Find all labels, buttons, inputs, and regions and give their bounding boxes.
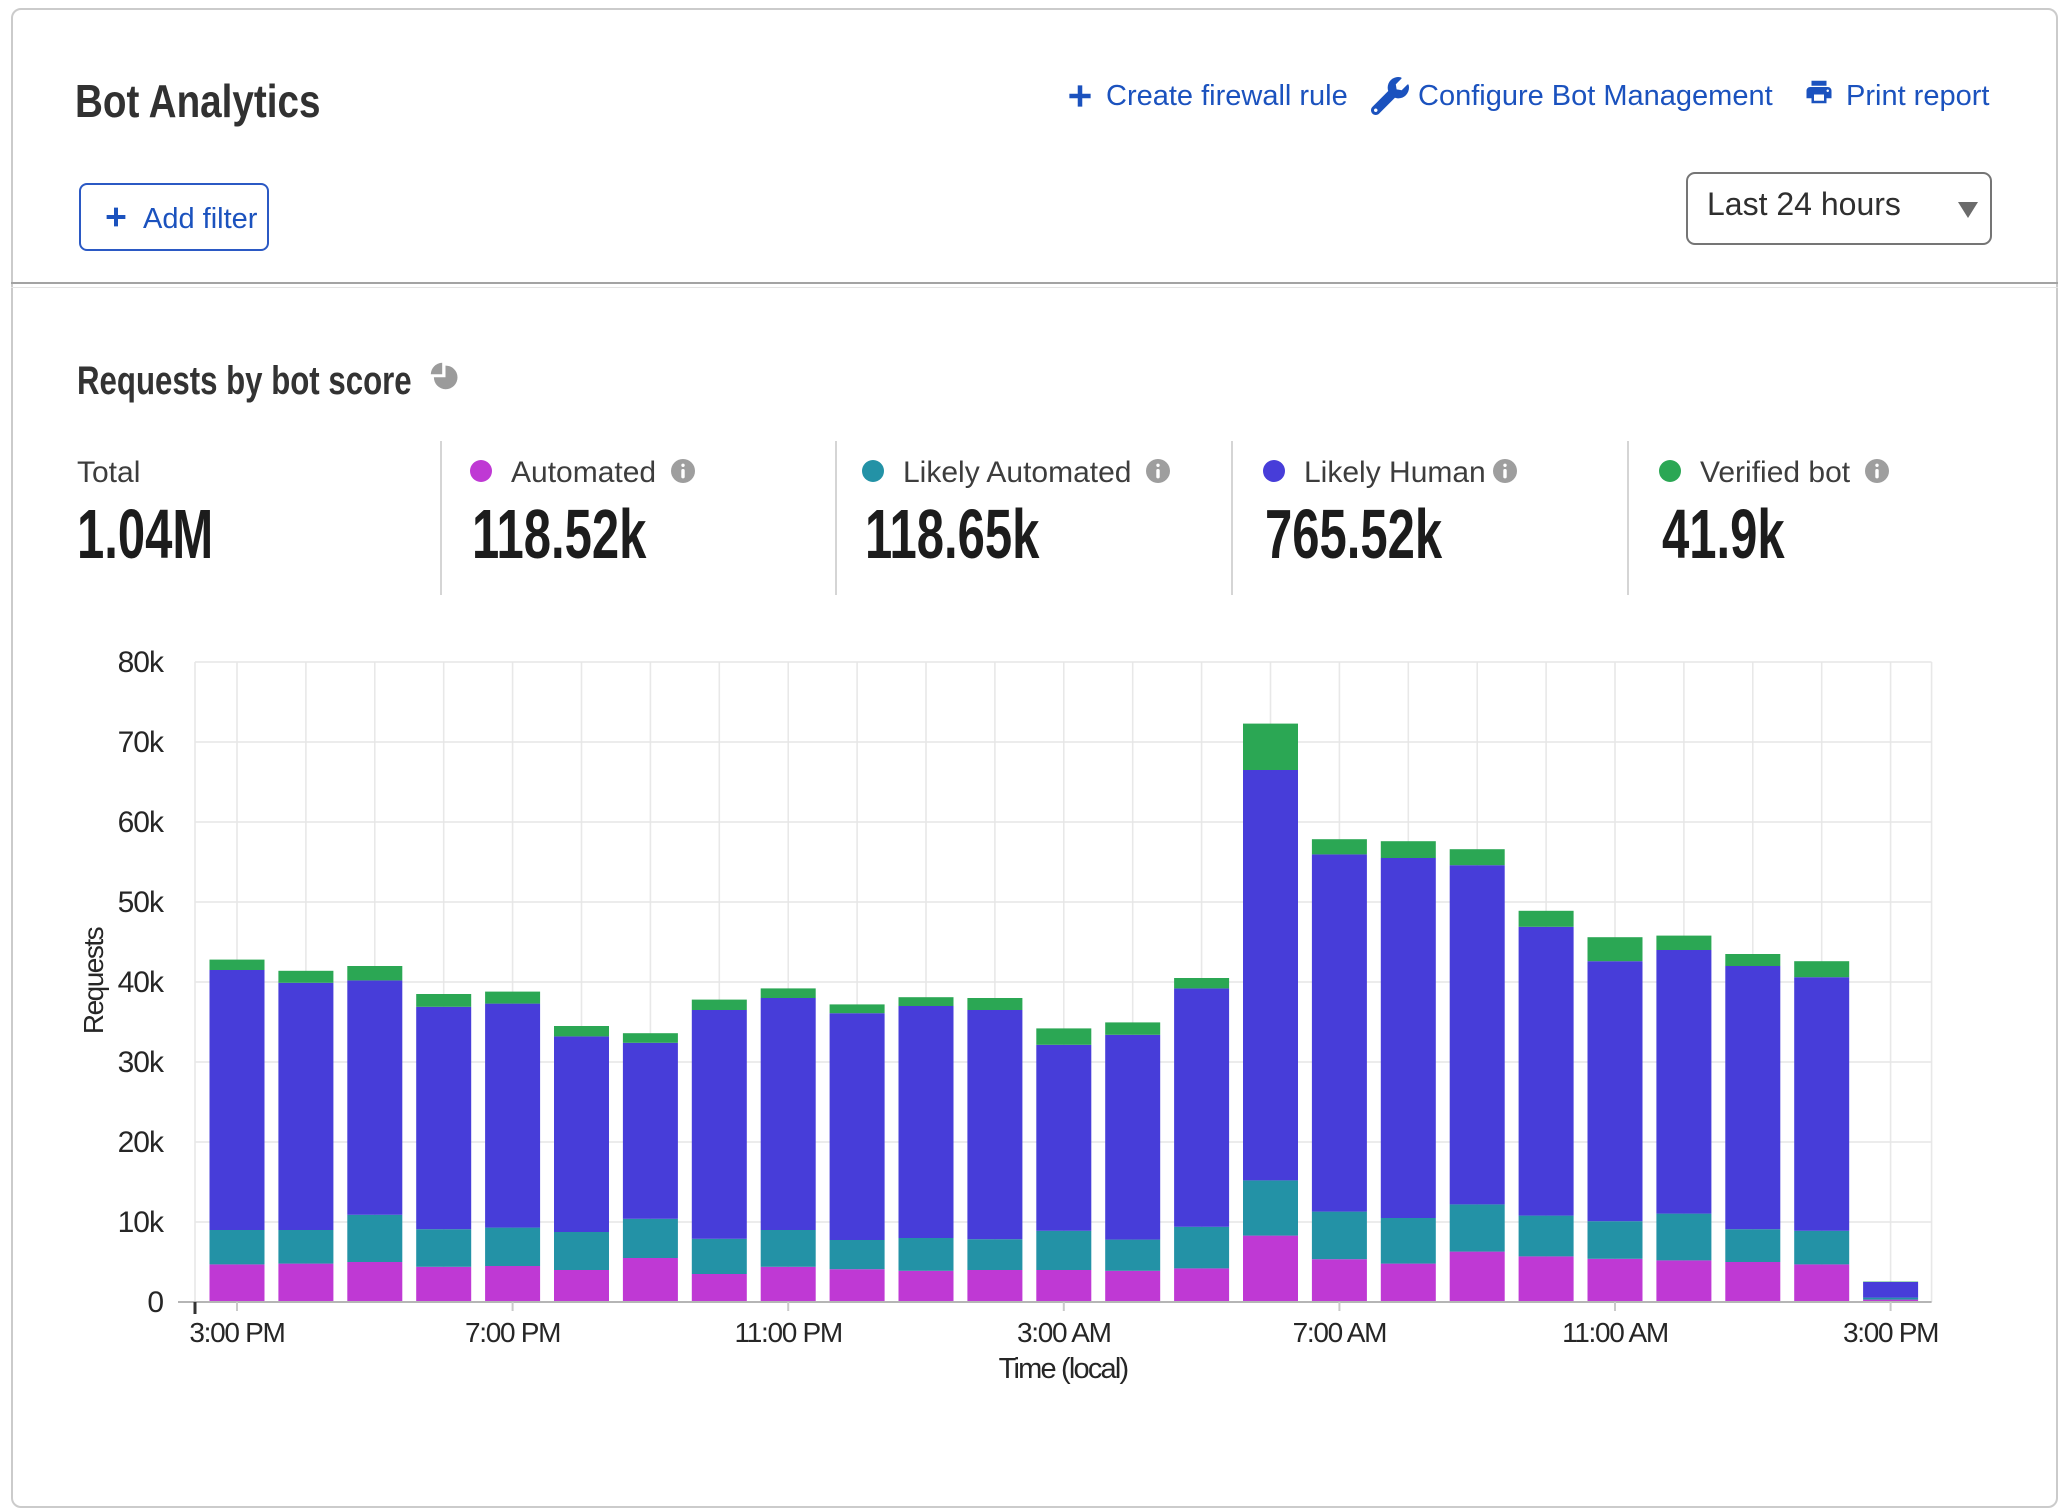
svg-text:3:00 PM: 3:00 PM [189, 1317, 284, 1348]
svg-text:30k: 30k [118, 1046, 165, 1079]
svg-text:40k: 40k [118, 966, 165, 999]
svg-text:Requests: Requests [78, 927, 109, 1034]
svg-text:7:00 AM: 7:00 AM [1293, 1317, 1387, 1348]
svg-text:3:00 AM: 3:00 AM [1017, 1317, 1111, 1348]
svg-text:11:00 AM: 11:00 AM [1562, 1317, 1668, 1348]
svg-text:3:00 PM: 3:00 PM [1843, 1317, 1938, 1348]
svg-text:Time (local): Time (local) [999, 1353, 1128, 1385]
svg-text:50k: 50k [118, 886, 165, 919]
svg-text:80k: 80k [118, 646, 165, 679]
svg-text:70k: 70k [118, 726, 165, 759]
svg-text:10k: 10k [118, 1206, 165, 1239]
svg-text:60k: 60k [118, 806, 165, 839]
svg-text:20k: 20k [118, 1126, 165, 1159]
svg-text:0: 0 [147, 1286, 163, 1319]
svg-text:7:00 PM: 7:00 PM [465, 1317, 560, 1348]
svg-text:11:00 PM: 11:00 PM [735, 1317, 842, 1348]
